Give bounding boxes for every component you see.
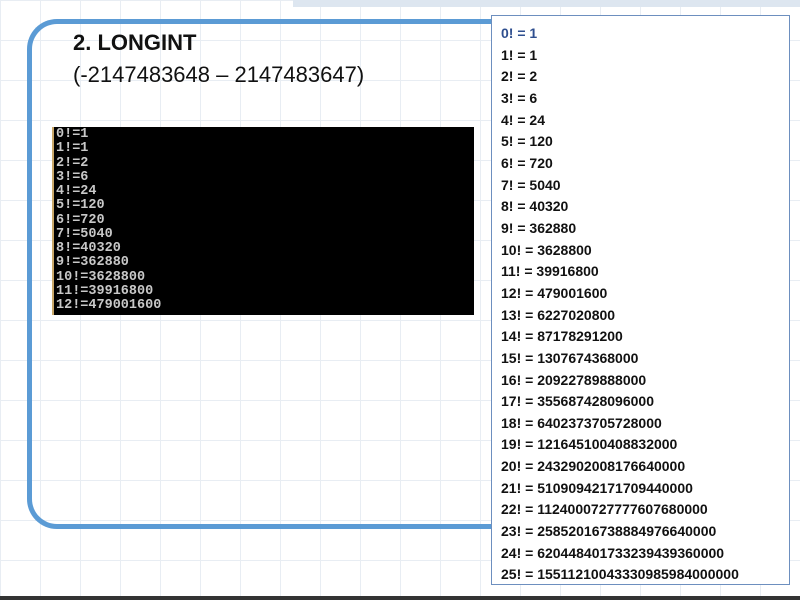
console-line: 1!=1 [56, 141, 89, 157]
bottom-bar [0, 596, 800, 600]
factorial-item: 25! = 15511210043330985984000000 [501, 566, 739, 583]
factorial-item: 21! = 51090942171709440000 [501, 479, 693, 496]
console-line: 5!=120 [56, 198, 105, 214]
factorial-item: 13! = 6227020800 [501, 306, 616, 323]
factorial-item: 14! = 87178291200 [501, 328, 623, 345]
console-line: 4!=24 [56, 184, 97, 199]
console-line: 3!=6 [56, 169, 89, 185]
factorial-item: 3! = 6 [501, 89, 538, 106]
factorial-item: 8! = 40320 [501, 198, 569, 215]
console-line: 7!=5040 [56, 226, 113, 242]
slide-title: 2. LONGINT [73, 30, 197, 55]
console-line: 9!=362880 [56, 255, 129, 271]
factorial-item: 20! = 2432902008176640000 [501, 458, 686, 475]
console-screenshot: 0!=1 1!=1 2!=2 3!=6 4!=24 5!=120 6!=720 7!=5040… [52, 127, 474, 315]
factorial-item: 19! = 121645100408832000 [501, 436, 678, 453]
factorial-item: 12! = 479001600 [501, 284, 608, 301]
factorial-item: 1! = 1 [501, 46, 538, 63]
console-line: 10!=3628800 [56, 269, 146, 285]
factorial-item: 22! = 1124000727777607680000 [501, 501, 708, 518]
factorial-item: 24! = 620448401733239439360000 [501, 544, 725, 561]
factorial-item: 2! = 2 [501, 68, 538, 85]
console-line: 0!=1 [56, 127, 89, 142]
factorial-item: 4! = 24 [501, 111, 545, 128]
factorial-item: 0! = 1 [501, 25, 538, 41]
console-line: 12!=479001600 [56, 298, 162, 313]
factorial-item: 18! = 6402373705728000 [501, 414, 662, 431]
factorial-item: 10! = 3628800 [501, 241, 592, 258]
factorial-item: 17! = 355687428096000 [501, 393, 654, 410]
console-line: 11!=39916800 [56, 283, 154, 299]
factorial-item: 16! = 20922789888000 [501, 371, 647, 388]
factorial-list-panel: 0! = 1 1! = 1 2! = 2 3! = 6 4! = 24 5! = 120 6… [491, 15, 790, 585]
slide-range: (-2147483648 – 2147483647) [73, 62, 365, 87]
factorial-item: 23! = 25852016738884976640000 [501, 523, 717, 540]
factorial-item: 15! = 1307674368000 [501, 349, 639, 366]
factorial-item: 9! = 362880 [501, 219, 577, 236]
factorial-item: 11! = 39916800 [501, 263, 599, 280]
factorial-item: 7! = 5040 [501, 176, 561, 193]
factorial-item: 6! = 720 [501, 154, 553, 171]
console-line: 8!=40320 [56, 241, 121, 256]
top-bar [293, 0, 800, 7]
console-line: 6!=720 [56, 212, 105, 228]
factorial-item: 5! = 120 [501, 133, 553, 150]
console-line: 2!=2 [56, 155, 89, 171]
